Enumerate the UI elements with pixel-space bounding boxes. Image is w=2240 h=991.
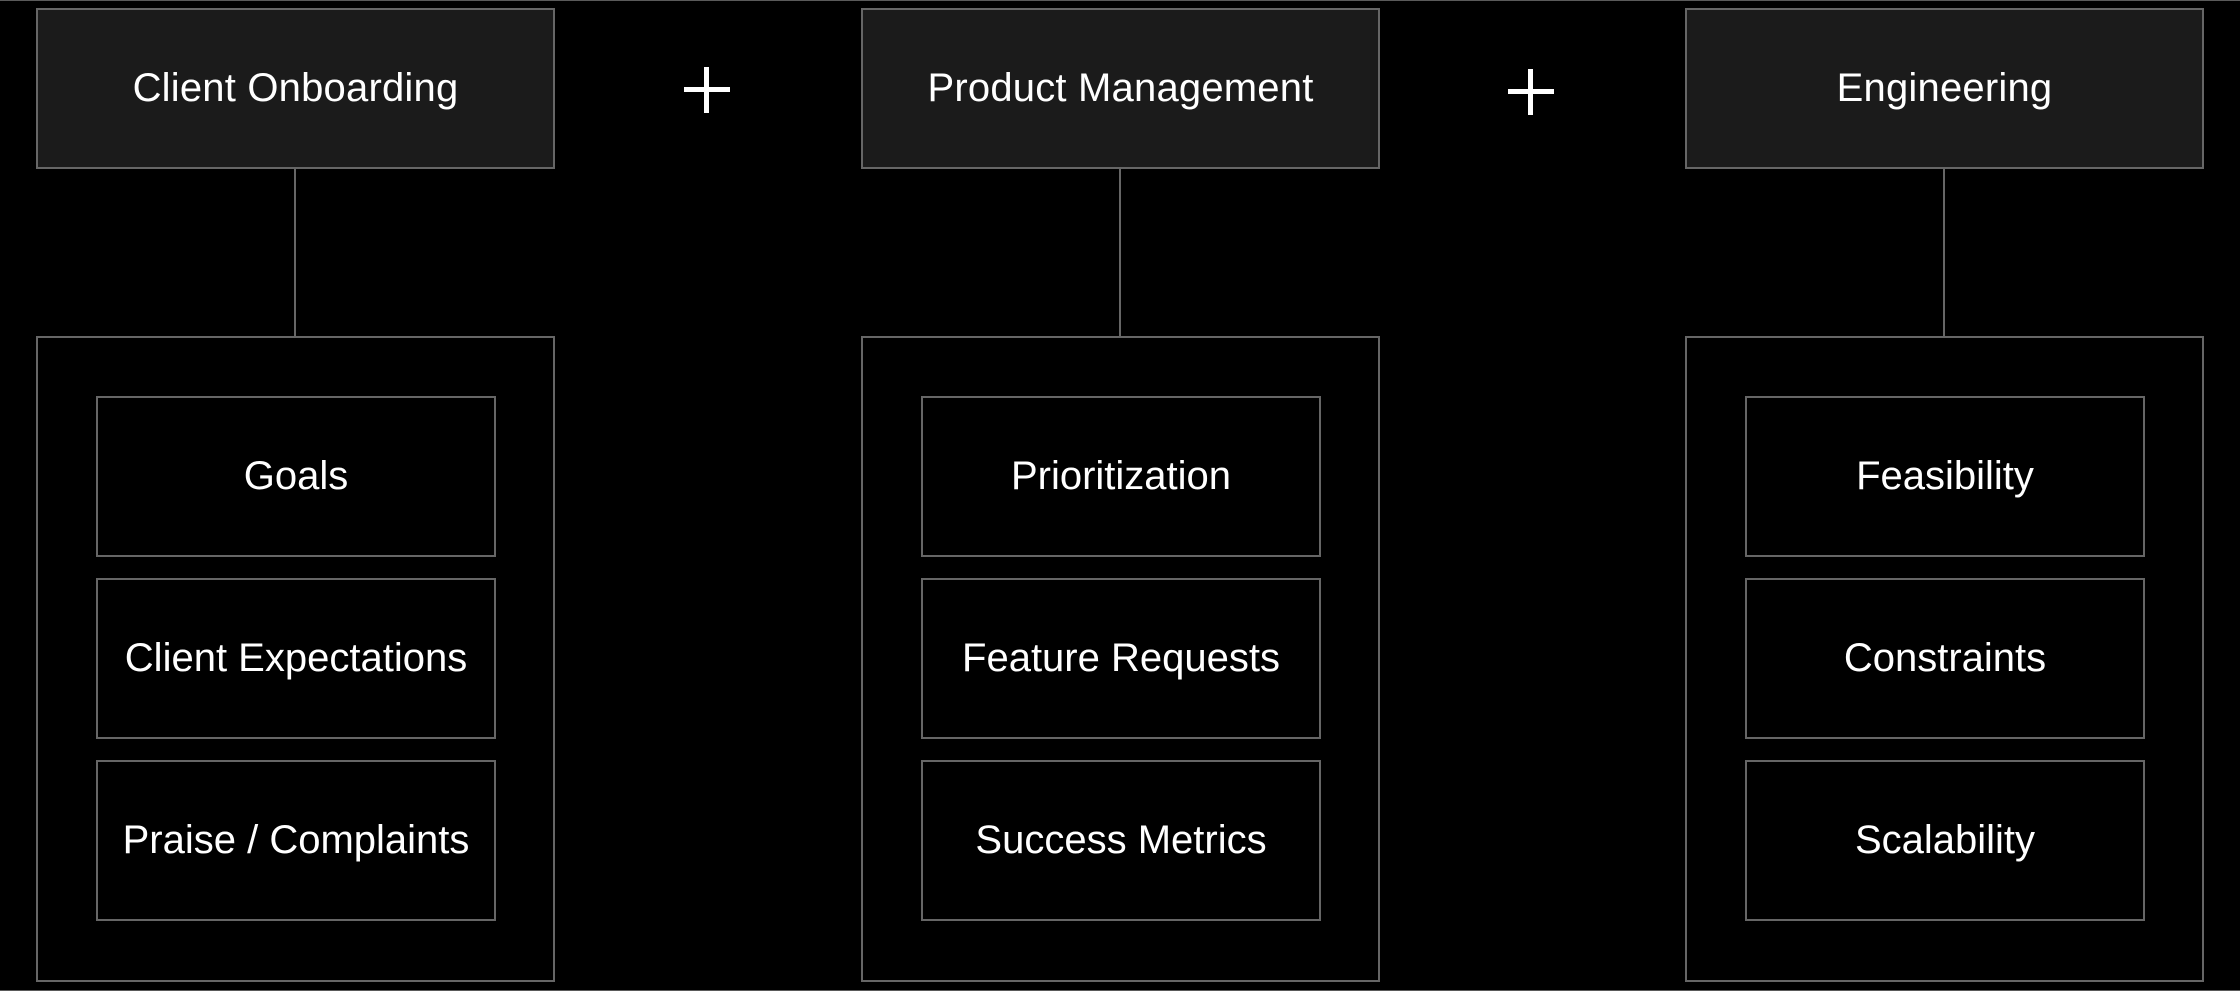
connector-line [1943,169,1945,337]
item-feature-requests: Feature Requests [921,578,1321,739]
items-container: Feasibility Constraints Scalability [1685,336,2204,982]
connector-line [1119,169,1121,337]
column-engineering: Engineering Feasibility Constraints Scal… [1685,0,2204,991]
item-prioritization: Prioritization [921,396,1321,557]
item-scalability: Scalability [1745,760,2145,921]
items-container: Goals Client Expectations Praise / Compl… [36,336,555,982]
header-client-onboarding: Client Onboarding [36,8,555,169]
item-goals: Goals [96,396,496,557]
column-client-onboarding: Client Onboarding Goals Client Expectati… [36,0,555,991]
item-client-expectations: Client Expectations [96,578,496,739]
connector-line [294,169,296,337]
plus-icon [684,67,730,113]
item-constraints: Constraints [1745,578,2145,739]
item-success-metrics: Success Metrics [921,760,1321,921]
header-product-management: Product Management [861,8,1380,169]
item-feasibility: Feasibility [1745,396,2145,557]
items-container: Prioritization Feature Requests Success … [861,336,1380,982]
column-product-management: Product Management Prioritization Featur… [861,0,1380,991]
item-praise-complaints: Praise / Complaints [96,760,496,921]
plus-icon [1508,69,1554,115]
header-engineering: Engineering [1685,8,2204,169]
